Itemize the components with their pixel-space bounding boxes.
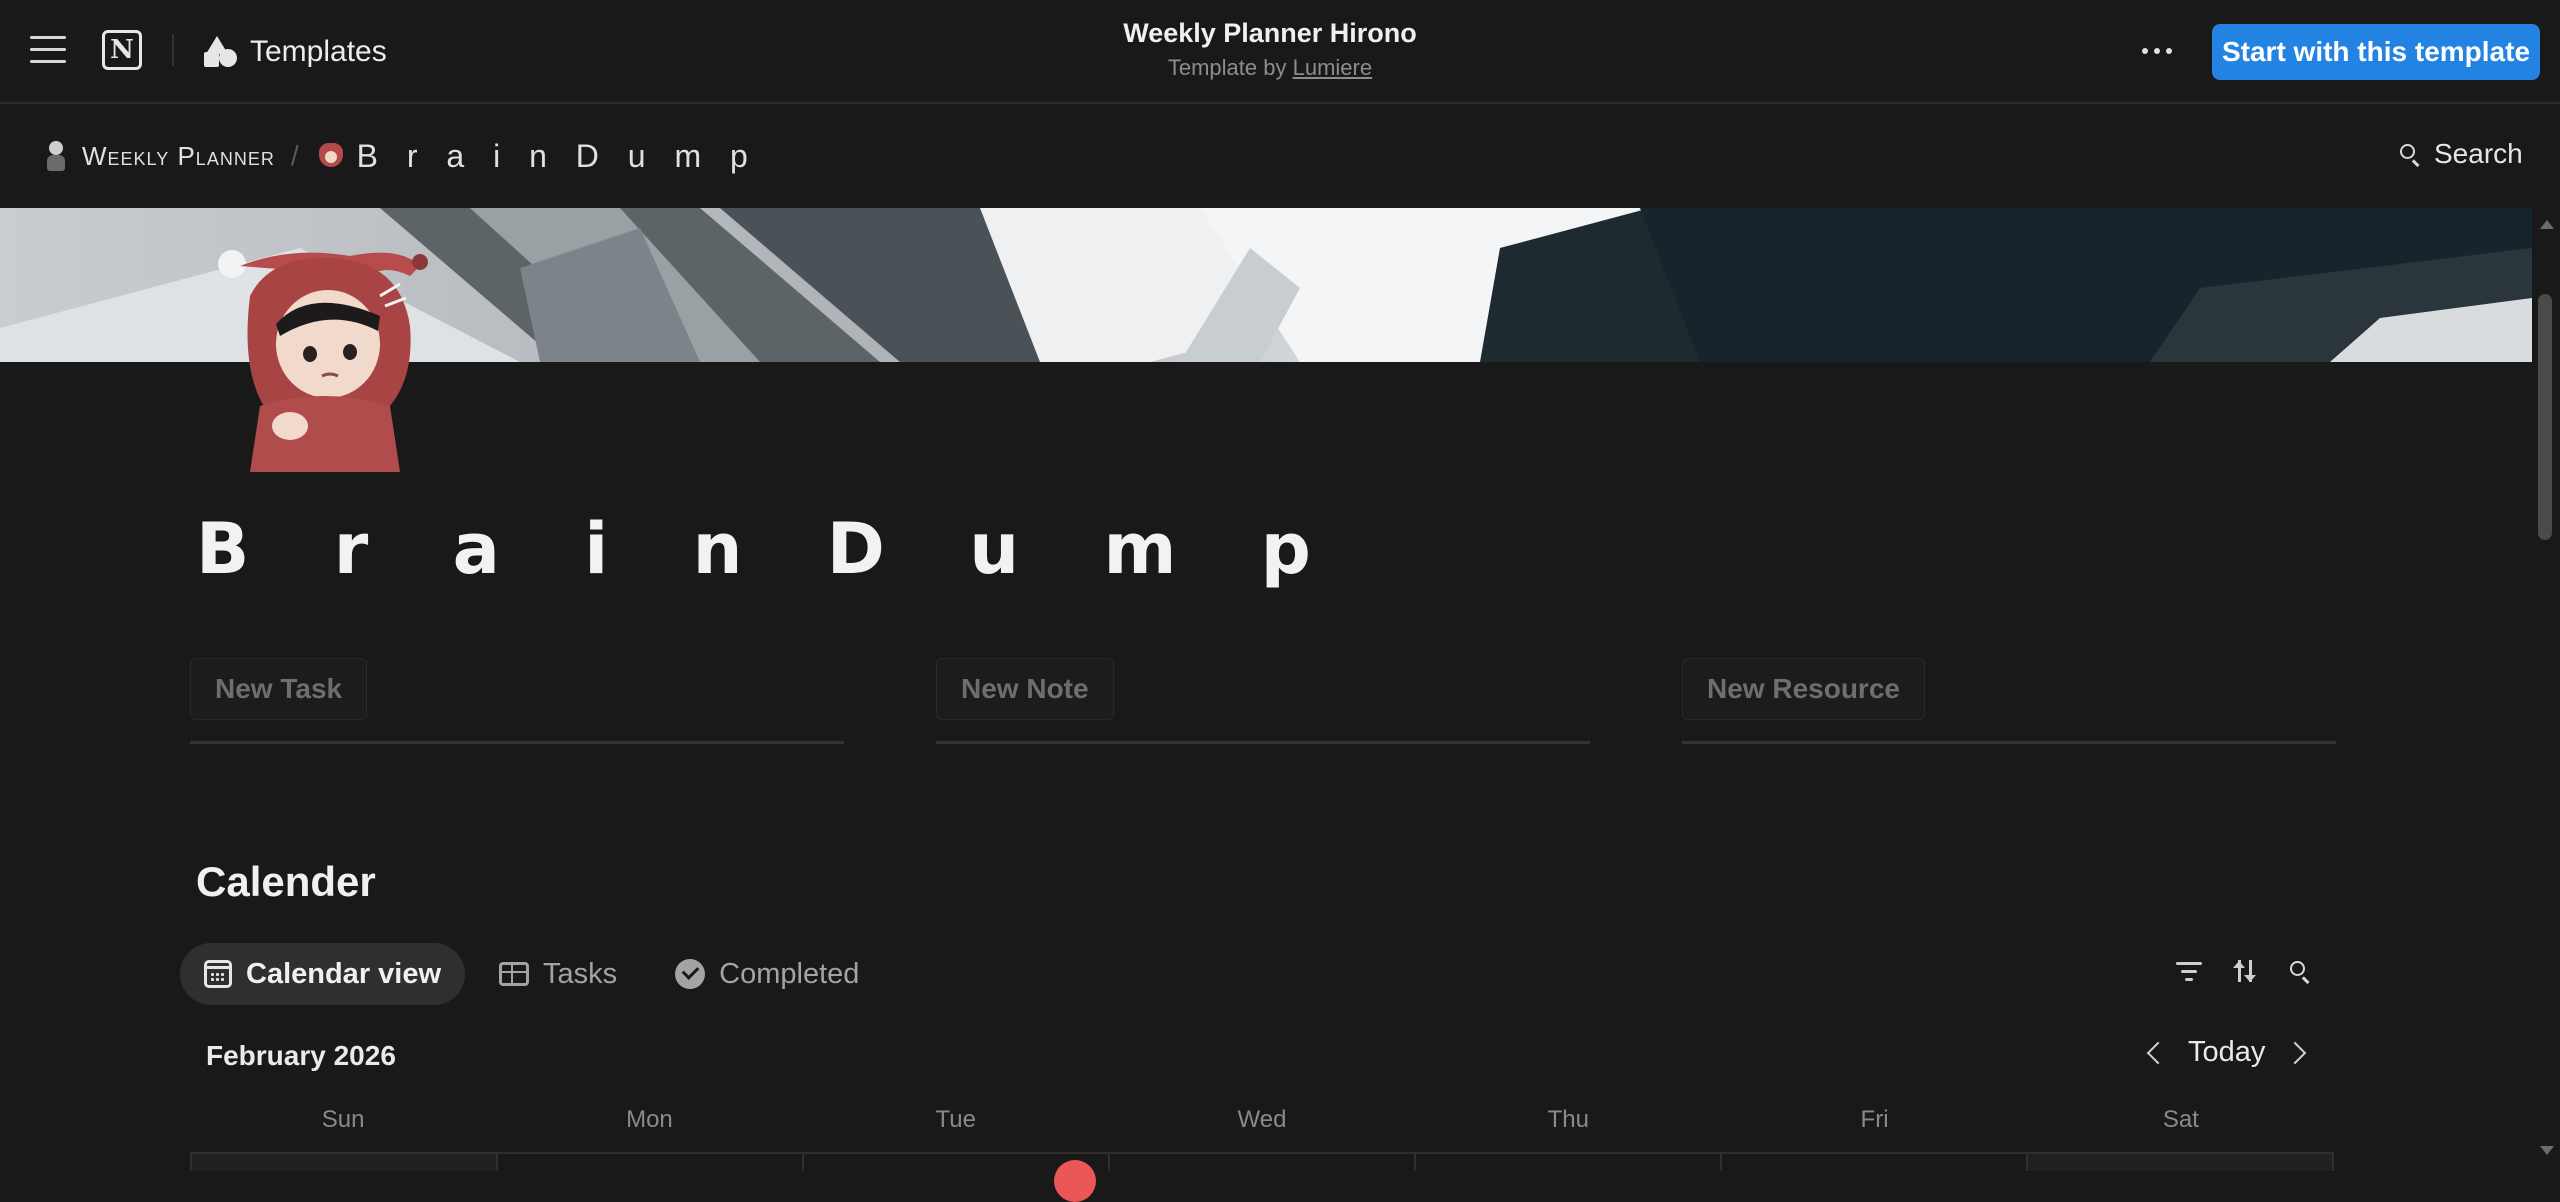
- calendar-cell[interactable]: [2028, 1154, 2334, 1171]
- new-resource-block: New Resource: [1682, 656, 2336, 744]
- calendar-section-title: Calender: [196, 858, 376, 905]
- breadcrumb-parent[interactable]: Weekly Planner: [82, 141, 275, 172]
- tab-calendar-view[interactable]: Calendar view: [180, 943, 466, 1005]
- breadcrumb-separator: /: [290, 140, 299, 171]
- sort-icon[interactable]: [2232, 958, 2258, 984]
- weekday-label: Fri: [1860, 1106, 1889, 1133]
- scrollbar-thumb[interactable]: [2538, 294, 2552, 540]
- tab-tasks[interactable]: Tasks: [475, 943, 641, 1005]
- new-note-button[interactable]: New Note: [936, 658, 1114, 720]
- chevron-right-icon[interactable]: [2284, 1041, 2307, 1064]
- menu-icon[interactable]: [30, 36, 66, 66]
- search-icon[interactable]: [2288, 959, 2312, 984]
- view-tabs: Calendar view Tasks Completed: [180, 942, 883, 1006]
- weekday-label: Thu: [1547, 1106, 1589, 1133]
- top-bar: N Templates Weekly Planner Hirono Templa…: [0, 0, 2560, 104]
- template-byline: Template by Lumiere: [1000, 55, 1540, 81]
- search-button[interactable]: Search: [2398, 138, 2523, 170]
- check-circle-icon: [675, 959, 706, 989]
- scroll-down-icon[interactable]: [2540, 1146, 2554, 1155]
- tab-label: Completed: [719, 957, 860, 990]
- chevron-left-icon[interactable]: [2146, 1041, 2170, 1064]
- templates-label: Templates: [250, 35, 387, 68]
- divider: [172, 34, 174, 66]
- page-title[interactable]: B r a i n D u m p: [196, 508, 1341, 590]
- new-note-block: New Note: [936, 656, 1590, 744]
- calendar-cell[interactable]: [498, 1154, 804, 1171]
- weekday-label: Sat: [2162, 1106, 2199, 1133]
- new-task-button[interactable]: New Task: [190, 658, 368, 720]
- search-icon: [2398, 142, 2422, 167]
- table-icon: [499, 962, 530, 986]
- weekday-label: Sun: [321, 1106, 365, 1133]
- figurine-icon: [40, 139, 70, 173]
- view-tools: [2176, 958, 2312, 984]
- more-options-icon[interactable]: [2142, 48, 2172, 54]
- hirono-icon: [315, 139, 345, 173]
- month-label: February 2026: [206, 1040, 396, 1071]
- scroll-up-icon[interactable]: [2540, 220, 2554, 229]
- start-with-template-button[interactable]: Start with this template: [2212, 24, 2540, 80]
- weekday-header: Sun Mon Tue Wed Thu Fri Sat: [190, 1106, 2334, 1134]
- shapes-icon: [204, 36, 238, 68]
- template-title: Weekly Planner Hirono: [1123, 18, 1417, 48]
- page-icon-hirono[interactable]: [210, 236, 440, 472]
- weekday-label: Wed: [1237, 1106, 1287, 1133]
- weekday-label: Tue: [935, 1106, 976, 1133]
- templates-link[interactable]: Templates: [204, 32, 387, 72]
- new-resource-button[interactable]: New Resource: [1682, 658, 1925, 720]
- filter-icon[interactable]: [2176, 960, 2202, 982]
- notion-logo-icon[interactable]: N: [102, 30, 142, 70]
- tab-label: Calendar view: [246, 957, 442, 990]
- calendar-cell[interactable]: [1110, 1154, 1416, 1171]
- breadcrumb: Weekly Planner / B r a i n D u m p: [40, 136, 758, 176]
- tab-completed[interactable]: Completed: [651, 943, 883, 1005]
- author-link[interactable]: Lumiere: [1293, 55, 1372, 80]
- calendar-icon: [204, 960, 232, 988]
- new-task-block: New Task: [190, 656, 844, 744]
- today-button[interactable]: Today: [2188, 1036, 2265, 1069]
- calendar-grid: [190, 1152, 2334, 1171]
- weekday-label: Mon: [626, 1106, 673, 1133]
- calendar-cell[interactable]: [1416, 1154, 1722, 1171]
- calendar-navigation: Today: [2146, 1036, 2307, 1069]
- search-label: Search: [2434, 138, 2523, 169]
- template-header: Weekly Planner Hirono Template by Lumier…: [1000, 18, 1540, 81]
- breadcrumb-current[interactable]: B r a i n D u m p: [357, 138, 758, 175]
- template-by-text: Template by: [1167, 55, 1287, 80]
- calendar-cell[interactable]: [1722, 1154, 2028, 1171]
- today-marker: [1054, 1160, 1096, 1202]
- scrollbar[interactable]: [2534, 208, 2560, 1171]
- tab-label: Tasks: [543, 957, 618, 990]
- calendar-cell[interactable]: [192, 1154, 498, 1171]
